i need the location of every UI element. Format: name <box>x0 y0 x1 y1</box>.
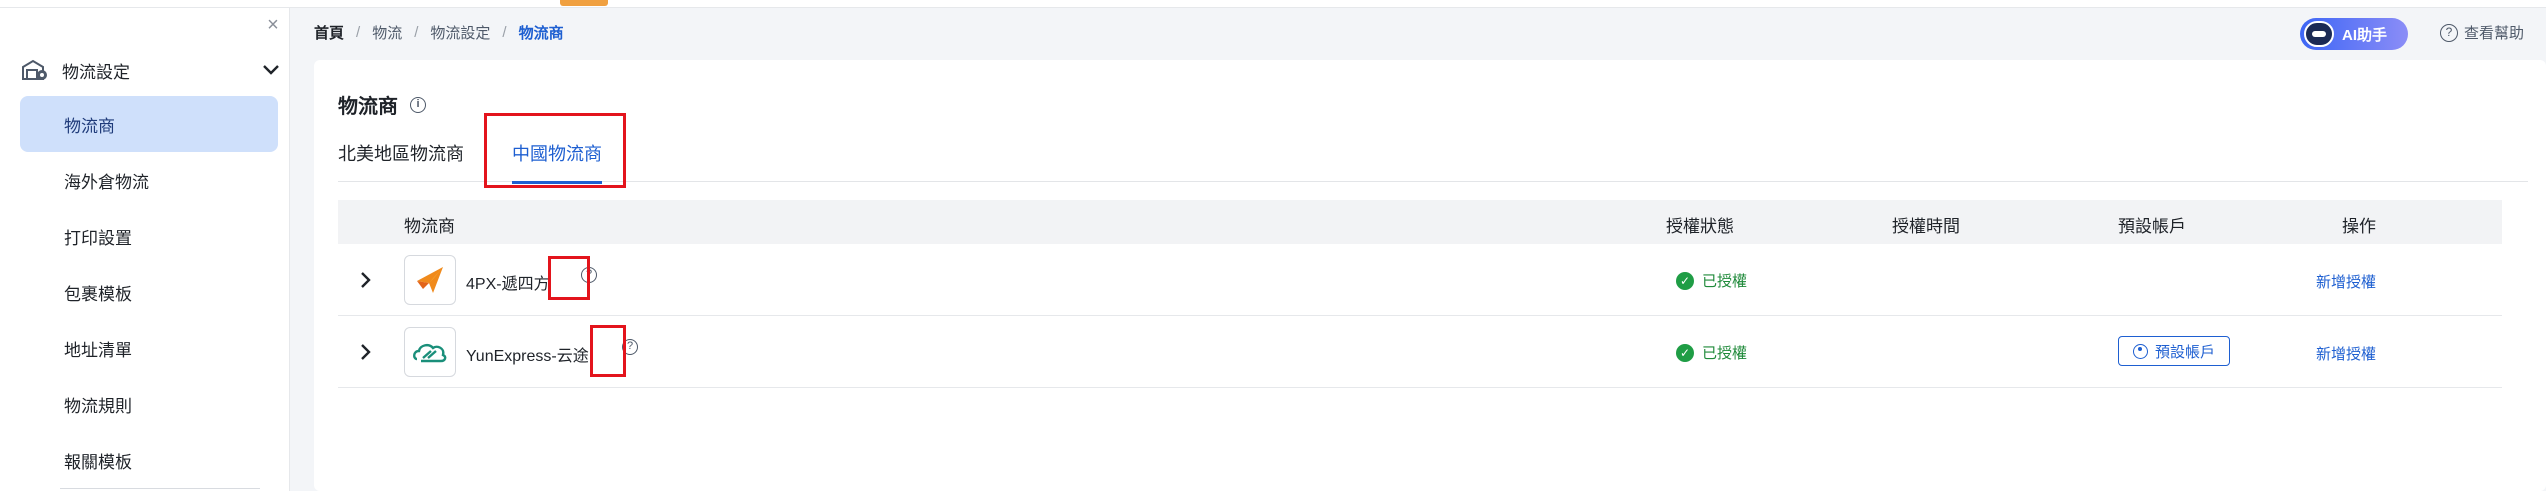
main-panel: 物流商 i 北美地區物流商 中國物流商 物流商 授權狀態 授權時間 預設帳戶 操… <box>314 60 2546 491</box>
tab-north-america-carriers[interactable]: 北美地區物流商 <box>338 140 464 174</box>
sidebar-item-label: 海外倉物流 <box>64 172 149 192</box>
default-account-button[interactable]: 預設帳戶 <box>2118 336 2231 366</box>
add-authorization-link[interactable]: 新增授權 <box>2316 343 2376 364</box>
auth-status: ✓ 已授權 <box>1676 270 1747 291</box>
column-header-actions: 操作 <box>2342 217 2376 236</box>
column-header-auth-time: 授權時間 <box>1892 217 1960 236</box>
sidebar-divider <box>60 488 260 489</box>
breadcrumb-current: 物流商 <box>518 25 564 42</box>
breadcrumb-separator: / <box>502 24 507 41</box>
table-row: 4PX-遞四方 ? ✓ 已授權 新增授權 <box>338 244 2502 316</box>
breadcrumb-home[interactable]: 首頁 <box>314 22 344 43</box>
check-circle-icon: ✓ <box>1676 271 1694 290</box>
sidebar-item-logistics-rules[interactable]: 物流規則 <box>20 376 278 432</box>
highlight-box <box>548 256 590 300</box>
default-account-label: 預設帳戶 <box>2155 343 2216 361</box>
highlight-box <box>484 113 626 188</box>
sidebar-item-label: 包裹模板 <box>64 284 132 304</box>
help-link[interactable]: ? 查看幫助 <box>2440 22 2524 43</box>
user-circle-icon <box>2133 343 2148 359</box>
question-icon: ? <box>2440 23 2458 42</box>
sidebar-item-overseas-warehouse[interactable]: 海外倉物流 <box>20 152 278 208</box>
table-row: YunExpress-云途 ? ✓ 已授權 預設帳戶 新增授權 <box>338 316 2502 388</box>
breadcrumb: 首頁 / 物流 / 物流設定 / 物流商 <box>314 22 564 43</box>
chevron-down-icon[interactable] <box>260 59 282 81</box>
chevron-right-icon[interactable] <box>352 338 380 366</box>
ai-assistant-button[interactable]: AI助手 <box>2300 18 2408 50</box>
sidebar-item-label: 物流規則 <box>64 396 132 416</box>
top-bar <box>0 0 2546 8</box>
sidebar-item-label: 地址清單 <box>64 340 132 360</box>
sidebar-item-label: 報關模板 <box>64 452 132 472</box>
chevron-right-icon[interactable] <box>352 266 380 294</box>
breadcrumb-separator: / <box>356 24 361 41</box>
column-header-carrier: 物流商 <box>404 217 455 236</box>
sidebar-item-label: 打印設置 <box>64 228 132 248</box>
robot-icon <box>2304 21 2334 47</box>
sidebar-group-label: 物流設定 <box>62 62 130 82</box>
sidebar-group-logistics-settings[interactable]: 物流設定 <box>20 50 282 90</box>
carriers-table: 物流商 授權狀態 授權時間 預設帳戶 操作 4PX-遞四方 ? ✓ 已授權 新增… <box>338 200 2502 388</box>
breadcrumb-separator: / <box>414 24 419 41</box>
ai-assistant-label: AI助手 <box>2342 26 2388 44</box>
page-title: 物流商 i <box>338 90 426 119</box>
info-icon[interactable]: i <box>410 96 426 113</box>
page-title-text: 物流商 <box>338 96 398 118</box>
close-icon[interactable]: × <box>262 14 284 36</box>
sidebar-item-print-settings[interactable]: 打印設置 <box>20 208 278 264</box>
sidebar-item-label: 物流商 <box>64 116 115 136</box>
top-accent-indicator <box>560 0 608 6</box>
column-header-auth-status: 授權狀態 <box>1666 217 1734 236</box>
highlight-box <box>590 325 626 377</box>
column-header-default-account: 預設帳戶 <box>2118 217 2186 236</box>
auth-status-label: 已授權 <box>1702 273 1748 290</box>
help-label: 查看幫助 <box>2464 25 2525 42</box>
breadcrumb-logistics-settings[interactable]: 物流設定 <box>430 22 490 43</box>
sidebar-item-customs-templates[interactable]: 報關模板 <box>20 432 278 488</box>
check-circle-icon: ✓ <box>1676 343 1694 362</box>
carrier-name: YunExpress-云途 <box>466 348 589 365</box>
sidebar-item-address-list[interactable]: 地址清單 <box>20 320 278 376</box>
yunexpress-logo-icon <box>404 327 456 377</box>
auth-status: ✓ 已授權 <box>1676 342 1747 363</box>
sidebar-item-package-templates[interactable]: 包裹模板 <box>20 264 278 320</box>
breadcrumb-logistics[interactable]: 物流 <box>372 22 402 43</box>
sidebar: × 物流設定 物流商 海外倉物流 打印設置 包裹模板 地址清單 物流規則 報關模… <box>0 8 290 491</box>
auth-status-label: 已授權 <box>1702 345 1748 362</box>
4px-logo-icon <box>404 255 456 305</box>
add-authorization-link[interactable]: 新增授權 <box>2316 271 2376 292</box>
tab-bar: 北美地區物流商 中國物流商 <box>338 132 2528 184</box>
carrier-name: 4PX-遞四方 <box>466 276 550 293</box>
table-header: 物流商 授權狀態 授權時間 預設帳戶 操作 <box>338 200 2502 244</box>
warehouse-settings-icon <box>20 57 50 83</box>
sidebar-item-carriers[interactable]: 物流商 <box>20 96 278 152</box>
